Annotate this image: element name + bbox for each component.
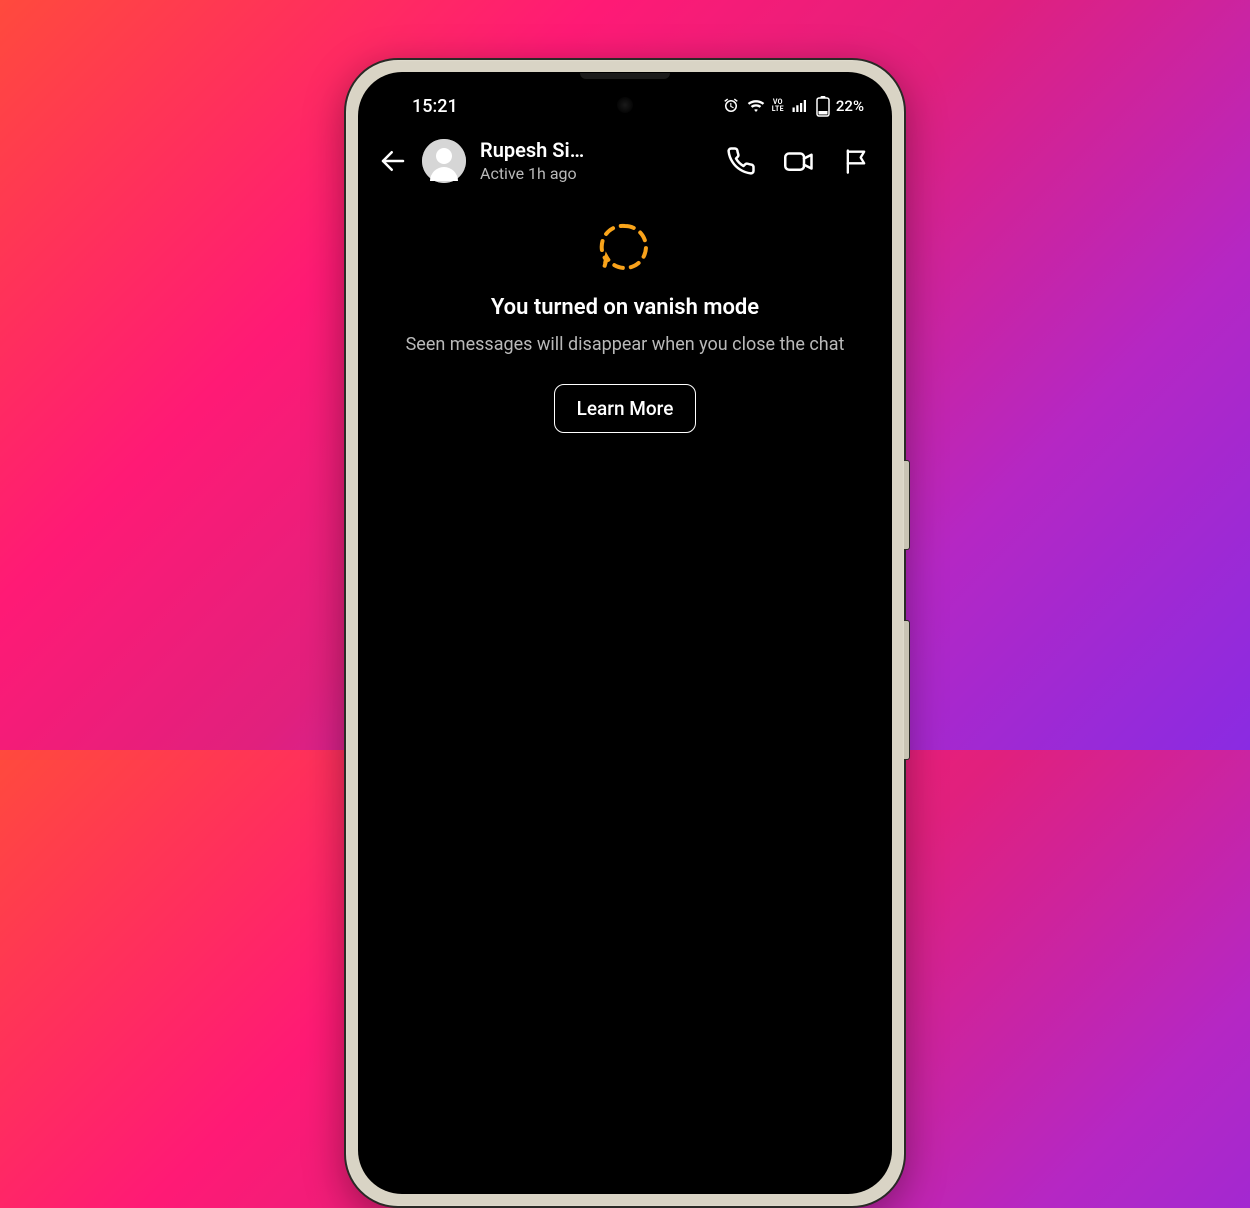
phone-frame: 15:21 VOLTE 22%: [344, 58, 906, 1208]
alarm-icon: [722, 97, 740, 115]
volume-button[interactable]: [904, 460, 910, 550]
back-button[interactable]: [374, 146, 412, 176]
flag-button[interactable]: [842, 146, 870, 176]
battery-icon: [816, 95, 830, 117]
status-icons: VOLTE 22%: [722, 95, 864, 117]
learn-more-button[interactable]: Learn More: [554, 384, 697, 433]
status-time: 15:21: [412, 96, 458, 117]
phone-screen: 15:21 VOLTE 22%: [358, 72, 892, 1194]
contact-activity: Active 1h ago: [480, 164, 584, 183]
video-call-button[interactable]: [782, 146, 816, 176]
contact-info[interactable]: Rupesh Si… Active 1h ago: [480, 138, 584, 183]
audio-call-button[interactable]: [726, 146, 756, 176]
power-button[interactable]: [904, 620, 910, 760]
battery-percent: 22%: [836, 97, 864, 115]
speaker-grille: [580, 73, 670, 79]
signal-icon: [790, 97, 810, 115]
front-camera: [617, 97, 633, 113]
wifi-icon: [746, 97, 766, 115]
avatar[interactable]: [422, 139, 466, 183]
chat-header: Rupesh Si… Active 1h ago: [358, 122, 892, 195]
vanish-mode-panel: You turned on vanish mode Seen messages …: [358, 195, 892, 433]
volte-icon: VOLTE: [772, 99, 784, 113]
vanish-mode-icon: [398, 219, 852, 275]
contact-name: Rupesh Si…: [480, 138, 584, 162]
vanish-title: You turned on vanish mode: [398, 295, 852, 320]
vanish-description: Seen messages will disappear when you cl…: [398, 332, 852, 358]
